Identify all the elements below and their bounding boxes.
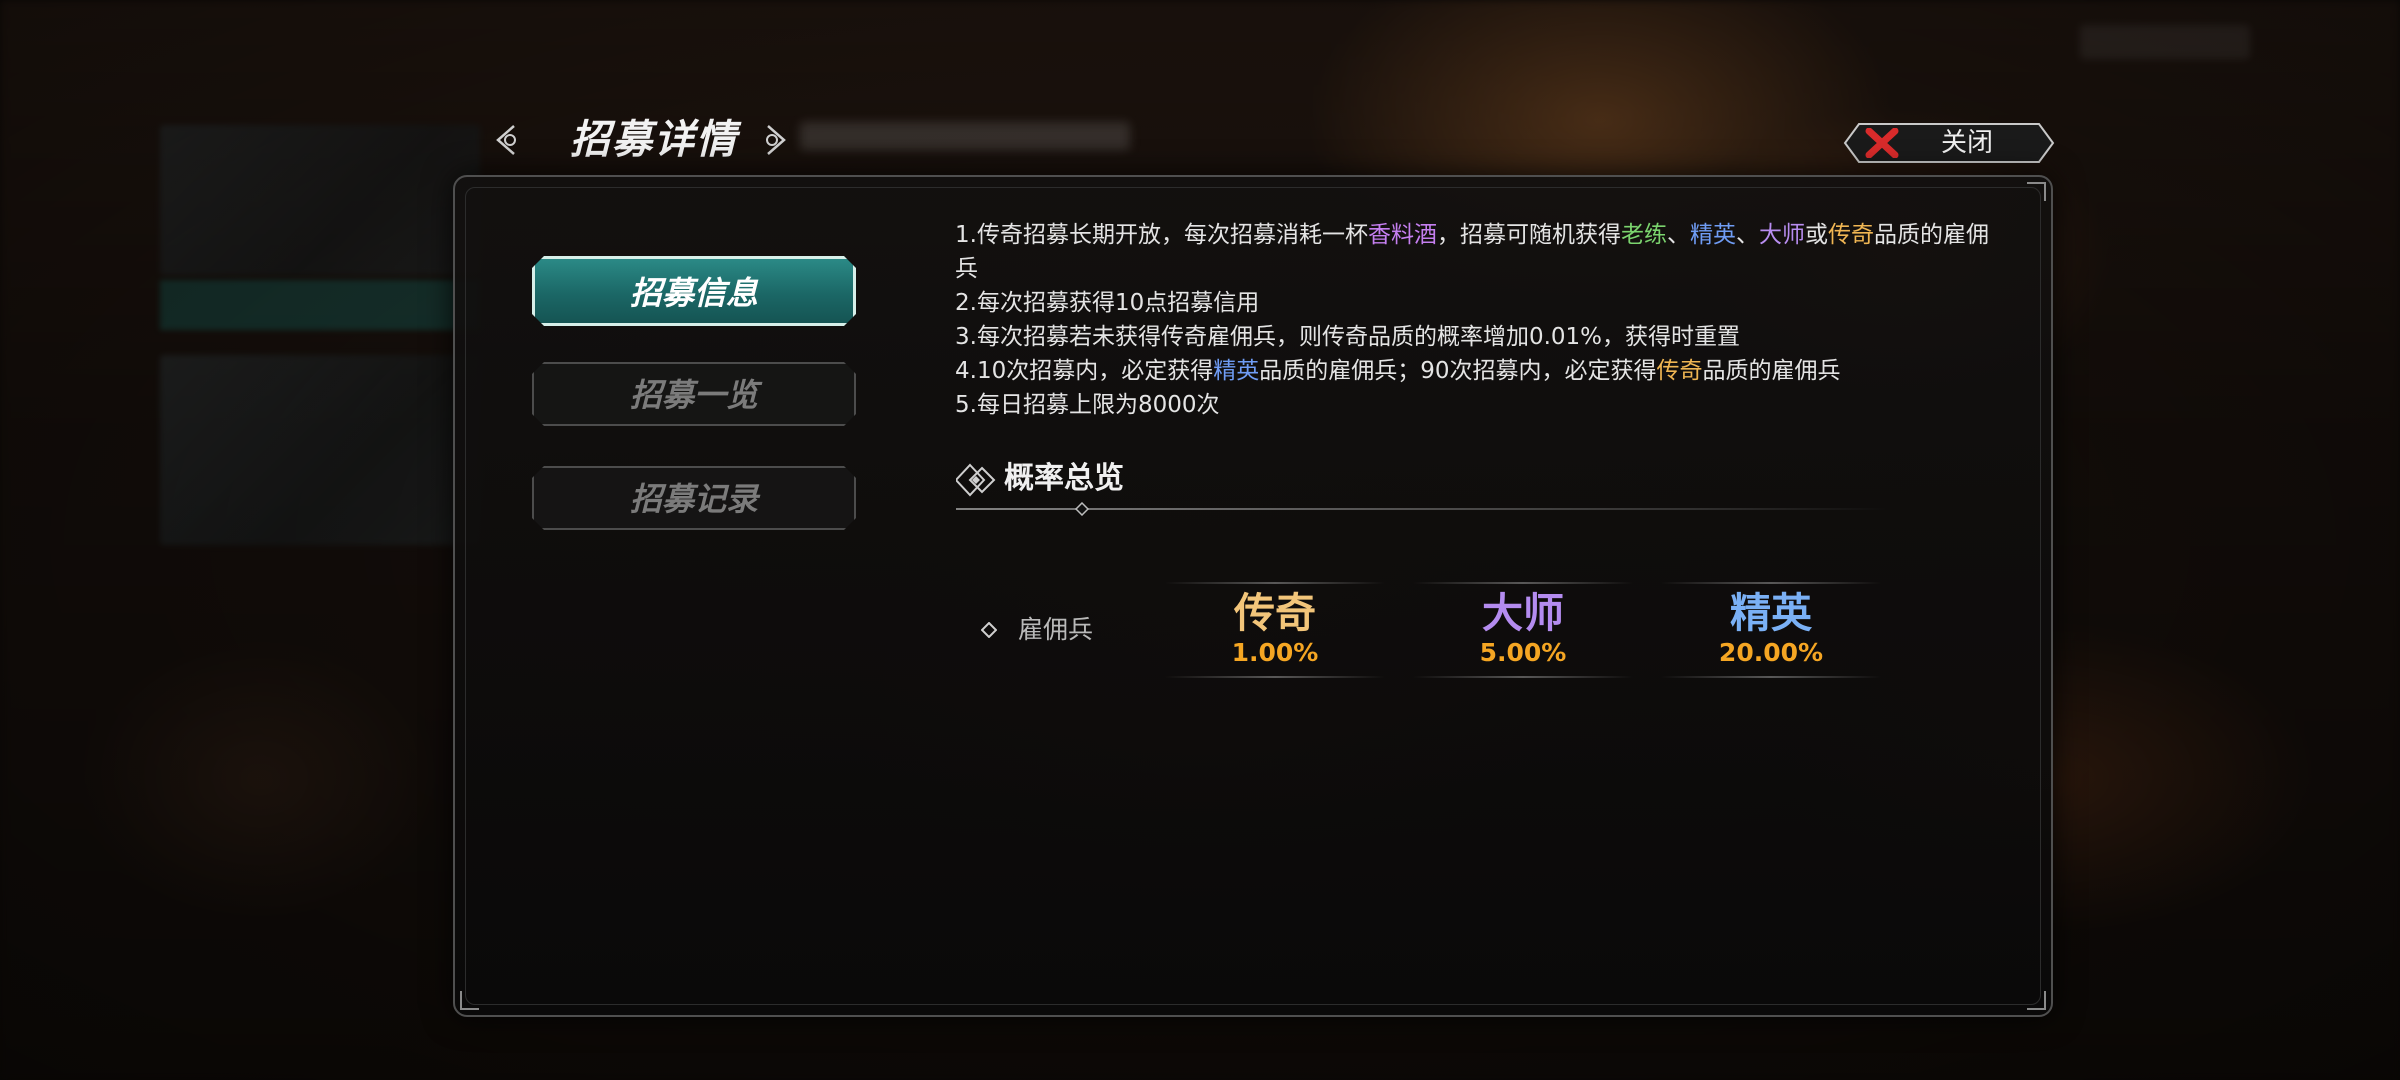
- mercenary-row-label: 雇佣兵: [1018, 615, 1094, 644]
- quality-master: 大师: [1758, 222, 1805, 248]
- rule-text: 、: [1735, 222, 1759, 248]
- tier-elite: 精英 20.00%: [1661, 582, 1881, 678]
- close-button[interactable]: 关闭: [1843, 122, 2055, 164]
- rule-text: 品质的雇佣兵；90次招募内，必定获得: [1259, 358, 1657, 384]
- rule-line-5: 5.每日招募上限为8000次: [955, 392, 1220, 418]
- tier-rate: 20.00%: [1718, 638, 1824, 667]
- section-diamond-icon: [956, 463, 996, 497]
- tier-master: 大师 5.00%: [1413, 582, 1633, 678]
- recruit-rules: 1.传奇招募长期开放，每次招募消耗一杯香料酒，招募可随机获得老练、精英、大师或传…: [955, 218, 1995, 422]
- close-label: 关闭: [1941, 128, 1994, 158]
- rule-text: ，招募可随机获得: [1436, 222, 1621, 248]
- corner-ornament-icon: [460, 991, 479, 1010]
- rule-text: 1.传奇招募长期开放，每次招募消耗一杯: [955, 222, 1368, 248]
- rule-text: 、: [1666, 222, 1690, 248]
- divider-diamond-icon: [1075, 502, 1089, 516]
- tier-divider: [1661, 676, 1881, 678]
- tab-recruit-records[interactable]: 招募记录: [532, 466, 856, 530]
- quality-legend: 传奇: [1827, 222, 1874, 248]
- tab-recruit-info[interactable]: 招募信息: [532, 256, 856, 326]
- blurred-subtitle: [800, 122, 1130, 150]
- quality-legend: 传奇: [1656, 358, 1703, 384]
- corner-ornament-icon: [2027, 991, 2046, 1010]
- tier-divider: [1661, 582, 1881, 584]
- tab-recruit-overview[interactable]: 招募一览: [532, 362, 856, 426]
- page-title: 招募详情: [570, 116, 738, 163]
- corner-ornament-icon: [2027, 182, 2046, 201]
- rule-text: 4.10次招募内，必定获得: [955, 358, 1214, 384]
- quality-elite: 精英: [1213, 358, 1260, 384]
- rule-text: 品质的雇佣兵: [1702, 358, 1841, 384]
- rule-line-2: 2.每次招募获得10点招募信用: [955, 290, 1260, 316]
- section-divider: [956, 508, 1886, 510]
- rule-line-1: 1.传奇招募长期开放，每次招募消耗一杯香料酒，招募可随机获得老练、精英、大师或传…: [955, 218, 1995, 286]
- tier-rate: 1.00%: [1231, 638, 1319, 667]
- rule-line-4: 4.10次招募内，必定获得精英品质的雇佣兵；90次招募内，必定获得传奇品质的雇佣…: [955, 354, 1995, 388]
- tier-name: 精英: [1730, 589, 1812, 637]
- item-spiced-wine: 香料酒: [1367, 222, 1437, 248]
- tier-divider: [1413, 676, 1633, 678]
- right-ornament-icon: [766, 125, 786, 155]
- tier-divider: [1165, 676, 1385, 678]
- tier-rate: 5.00%: [1479, 638, 1567, 667]
- row-bullet-icon: [981, 622, 997, 638]
- rule-text: 或: [1804, 222, 1828, 248]
- probability-section-title: 概率总览: [1004, 461, 1124, 496]
- quality-veteran: 老练: [1620, 222, 1667, 248]
- close-icon: [1865, 128, 1899, 158]
- tier-name: 大师: [1482, 589, 1564, 637]
- quality-elite: 精英: [1689, 222, 1736, 248]
- rule-line-3: 3.每次招募若未获得传奇雇佣兵，则传奇品质的概率增加0.01%，获得时重置: [955, 324, 1741, 350]
- tier-legend: 传奇 1.00%: [1165, 582, 1385, 678]
- left-ornament-icon: [496, 125, 516, 155]
- tier-divider: [1413, 582, 1633, 584]
- tier-divider: [1165, 582, 1385, 584]
- tier-name: 传奇: [1234, 589, 1316, 637]
